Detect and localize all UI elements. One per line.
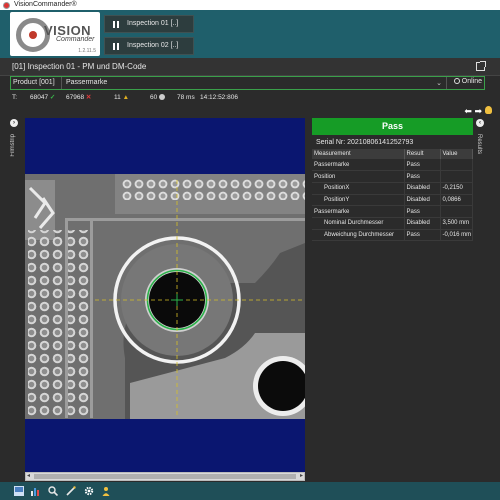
results-table: Measurement Result Value Passermarke Pass… <box>312 149 473 242</box>
app-header: VISION Commander 1.2.11.5 Inspection 01 … <box>0 10 500 58</box>
value-cell <box>440 170 473 183</box>
measurement-cell: Position <box>312 170 405 183</box>
horizontal-scrollbar[interactable]: ◂ ▸ <box>25 472 305 481</box>
arrow-left-icon[interactable]: ⬅ <box>464 106 472 116</box>
stats-bar: T: 68047 ✓ 67968 ✕ 11 ▲ 60 78 ms 14:12:5… <box>0 91 500 105</box>
measurement-cell: PositionY <box>312 194 405 207</box>
scroll-right-icon[interactable]: ▸ <box>300 472 303 479</box>
warning-icon: ▲ <box>122 94 129 101</box>
result-status-banner: Pass <box>312 118 473 135</box>
app-logo: VISION Commander 1.2.11.5 <box>10 12 100 56</box>
table-row: Passermarke Pass <box>312 159 473 172</box>
bulb-icon[interactable] <box>485 106 492 114</box>
value-cell: 0,0866 <box>440 194 473 207</box>
inspection-02-button[interactable]: Inspection 02 [..] <box>104 37 194 55</box>
inspection-image <box>25 174 305 419</box>
results-panel: Pass Serial Nr: 20210806141252793 Measur… <box>312 118 473 480</box>
pause-icon <box>113 21 119 28</box>
table-row: Position Pass <box>312 170 473 183</box>
measurement-cell: PositionX <box>312 182 405 195</box>
value-cell: 3,500 mm <box>440 217 473 230</box>
results-label: Results <box>476 134 482 155</box>
timestamp: 14:12:52:806 <box>200 94 238 101</box>
inspection-01-button[interactable]: Inspection 01 [..] <box>104 15 194 33</box>
logo-word-commander: Commander <box>56 36 95 43</box>
table-row: Passermarke Pass <box>312 205 473 218</box>
result-cell: Pass <box>404 205 441 218</box>
result-cell: Pass <box>404 229 441 242</box>
filmstrip-label: Filmstrip <box>10 134 16 157</box>
chevron-right-icon[interactable]: › <box>10 119 18 127</box>
filmstrip-panel-toggle[interactable]: › Filmstrip <box>8 116 22 481</box>
inspection-02-label: Inspection 02 [..] <box>127 42 179 49</box>
arrow-right-icon[interactable]: ➡ <box>474 106 482 116</box>
layout-icon[interactable] <box>14 486 24 496</box>
column-header-measurement: Measurement <box>312 149 405 159</box>
product-label: Product [001] <box>13 79 55 86</box>
online-label: Online <box>461 78 482 85</box>
result-cell: Pass <box>404 170 441 183</box>
check-icon: ✓ <box>49 94 56 101</box>
other-count-value: 60 <box>150 94 158 101</box>
image-viewer[interactable] <box>25 118 305 472</box>
measurement-cell: Passermarke <box>312 159 405 172</box>
pause-icon <box>113 43 119 50</box>
table-row: Abweichung Durchmesser Pass -0,016 mm <box>312 229 473 242</box>
app-version: 1.2.11.5 <box>78 48 96 54</box>
app-icon <box>3 2 10 9</box>
table-row: PositionY Disabled 0,0866 <box>312 194 473 207</box>
fail-count: 67968 ✕ <box>66 91 91 105</box>
window-titlebar: VisionCommander® <box>0 0 500 10</box>
inspection-tab-bar: [01] Inspection 01 - PM und DM-Code <box>0 58 500 76</box>
value-cell: -0,2150 <box>440 182 473 195</box>
value-cell: -0,016 mm <box>440 229 473 242</box>
product-bar: Product [001] Passermarke ⌄ Online <box>10 76 485 90</box>
settings-icon[interactable] <box>84 486 94 496</box>
scroll-left-icon[interactable]: ◂ <box>27 472 30 479</box>
value-cell <box>440 159 473 172</box>
stats-t-label: T: <box>12 94 18 101</box>
cross-icon: ✕ <box>85 94 92 101</box>
online-button[interactable]: Online <box>453 78 482 85</box>
result-cell: Disabled <box>404 217 441 230</box>
value-cell <box>440 205 473 218</box>
scrollbar-thumb[interactable] <box>34 474 296 479</box>
fail-count-value: 67968 <box>66 94 85 101</box>
other-count: 60 <box>150 91 166 105</box>
result-cell: Disabled <box>404 182 441 195</box>
search-icon[interactable] <box>48 486 58 496</box>
chevron-left-icon[interactable]: ‹ <box>476 119 484 127</box>
table-row: Nominal Durchmesser Disabled 3,500 mm <box>312 217 473 230</box>
user-icon[interactable] <box>101 486 111 496</box>
pass-count-value: 68047 <box>30 94 49 101</box>
pass-count: 68047 ✓ <box>30 91 55 105</box>
serial-number: Serial Nr: 20210806141252793 <box>316 139 414 146</box>
results-panel-toggle[interactable]: ‹ Results <box>474 116 488 481</box>
circle-icon <box>159 94 166 100</box>
table-header-row: Measurement Result Value <box>312 149 473 159</box>
measurement-cell: Nominal Durchmesser <box>312 217 405 230</box>
result-cell: Pass <box>404 159 441 172</box>
product-select-value: Passermarke <box>66 79 108 86</box>
chart-icon[interactable] <box>30 486 40 496</box>
wand-icon[interactable] <box>66 486 76 496</box>
bottom-toolbar <box>0 482 500 500</box>
warn-count-value: 11 <box>114 94 121 101</box>
power-icon <box>453 78 460 84</box>
window-title: VisionCommander® <box>14 1 77 8</box>
measurement-cell: Passermarke <box>312 205 405 218</box>
inspection-01-label: Inspection 01 [..] <box>127 20 179 27</box>
warn-count: 11 ▲ <box>114 91 129 105</box>
external-window-icon[interactable] <box>476 61 486 71</box>
chevron-down-icon: ⌄ <box>436 80 442 87</box>
column-header-result: Result <box>404 149 441 159</box>
result-cell: Disabled <box>404 194 441 207</box>
table-row: PositionX Disabled -0,2150 <box>312 182 473 195</box>
cycle-time: 78 ms <box>177 94 195 101</box>
measurement-cell: Abweichung Durchmesser <box>312 229 405 242</box>
product-select[interactable]: Passermarke ⌄ <box>61 77 447 89</box>
column-header-value: Value <box>440 149 473 159</box>
inspection-tab-title: [01] Inspection 01 - PM und DM-Code <box>12 62 147 71</box>
